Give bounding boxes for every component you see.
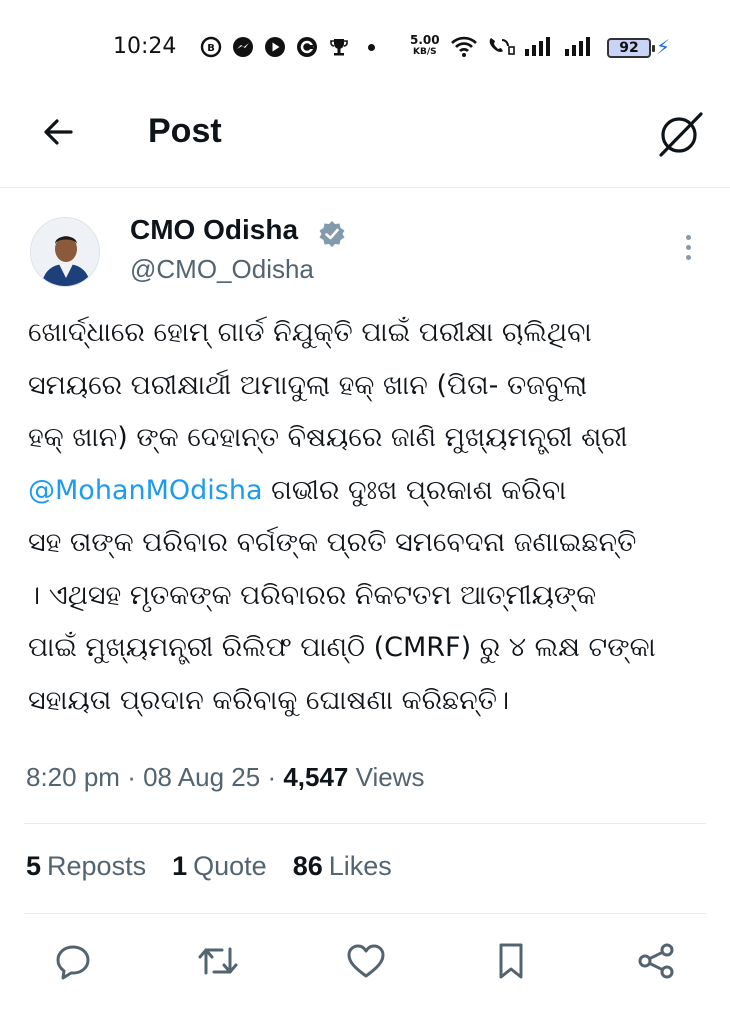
app-c-icon <box>297 37 317 57</box>
more-dot-icon <box>685 244 691 250</box>
post-text-line: ସମୟରେ ପରୀକ୍ଷାର୍ଥୀ ଅମାଦୁଲା ହକ୍ ଖାନ (ପିତା-… <box>28 369 588 401</box>
wifi-icon <box>451 36 477 57</box>
grok-button[interactable] <box>652 106 708 162</box>
avatar[interactable] <box>30 217 100 287</box>
verified-badge-icon <box>319 221 345 247</box>
reply-icon <box>56 945 90 980</box>
post-meta: 8:20 pm · 08 Aug 25 · 4,547 Views <box>26 762 425 793</box>
divider <box>24 913 706 914</box>
post-text-line: । ଏଥିସହ ମୃତକଙ୍କ ପରିବାରର ନିକଟତମ ଆତ୍ମୀୟଙ୍କ <box>28 579 597 611</box>
repost-icon <box>198 947 238 975</box>
likes-stat[interactable]: 86 Likes <box>293 851 392 882</box>
signal-sim1-icon <box>525 37 550 56</box>
status-time: 10:24 <box>113 34 177 59</box>
engagement-stats: 5 Reposts 1 Quote 86 Likes <box>26 851 392 882</box>
post-text-line: ସହ ତାଙ୍କ ପରିବାର ବର୍ଗଙ୍କ ପ୍ରତି ସମବେଦନା ଜଣ… <box>28 527 637 558</box>
notification-icons: B <box>200 36 383 58</box>
arrow-left-icon <box>44 119 73 145</box>
like-icon <box>347 944 385 978</box>
reposts-label: Reposts <box>47 851 147 881</box>
more-options-button[interactable] <box>676 229 700 265</box>
post-text-line: ସହାୟତା ପ୍ରଦାନ କରିବାକୁ ଘୋଷଣା କରିଛନ୍ତି। <box>28 684 510 716</box>
meta-separator: · <box>267 762 284 792</box>
post-text-line: ଖୋର୍ଦ୍ଧାରେ ହୋମ୍ ଗାର୍ଡ ନିଯୁକ୍ତି ପାଇଁ ପରୀକ… <box>28 317 592 348</box>
trophy-icon <box>330 39 348 56</box>
post-text-line-mention: @MohanMOdisha ଗଭୀର ଦୁଃଖ ପ୍ରକାଶ କରିବା <box>28 465 708 518</box>
post-text-line: ହକ୍ ଖାନ) ଙ୍କ ଦେହାନ୍ତ ବିଷୟରେ ଜାଣି ମୁଖ୍ୟମନ… <box>28 422 628 453</box>
share-icon <box>638 943 674 979</box>
quotes-label: Quote <box>193 851 267 881</box>
post-date: 08 Aug 25 <box>143 762 261 792</box>
charging-bolt-icon: ⚡ <box>656 35 671 59</box>
grok-icon <box>659 112 703 157</box>
messenger-icon <box>233 37 253 57</box>
system-icons <box>450 34 596 58</box>
back-button[interactable] <box>36 110 80 154</box>
reposts-stat[interactable]: 5 Reposts <box>26 851 146 882</box>
reply-button[interactable] <box>51 939 95 983</box>
author-name[interactable]: CMO Odisha <box>130 214 298 246</box>
views-label: Views <box>355 762 425 792</box>
network-speed: 5.00 KB/S <box>410 34 440 58</box>
meta-separator: · <box>127 762 144 792</box>
quotes-count: 1 <box>172 851 188 881</box>
wifi-calling-icon <box>489 38 515 55</box>
battery-indicator: 92 <box>607 38 655 58</box>
signal-sim2-icon <box>565 37 590 56</box>
likes-label: Likes <box>328 851 392 881</box>
network-speed-value: 5.00 <box>410 33 440 47</box>
quotes-stat[interactable]: 1 Quote <box>172 851 267 882</box>
repost-button[interactable] <box>196 939 240 983</box>
youtube-icon <box>265 37 285 57</box>
app-header: Post <box>0 96 730 188</box>
network-speed-unit: KB/S <box>413 47 437 57</box>
more-dot-icon <box>685 254 691 260</box>
post-text-fragment: ଗଭୀର ଦୁଃଖ ପ୍ରକାଶ କରିବା <box>262 474 567 506</box>
reposts-count: 5 <box>26 851 42 881</box>
post-time: 8:20 pm <box>26 762 120 792</box>
more-dot-icon <box>685 234 691 240</box>
post-text: ଖୋର୍ଦ୍ଧାରେ ହୋମ୍ ଗାର୍ଡ ନିଯୁକ୍ତି ପାଇଁ ପରୀକ… <box>28 307 708 727</box>
divider <box>24 823 706 824</box>
likes-count: 86 <box>292 851 323 881</box>
page-title: Post <box>148 112 222 150</box>
status-bar: 10:24 B 5.00 KB/S 92 ⚡ <box>0 0 730 96</box>
mention-link[interactable]: @MohanMOdisha <box>28 475 263 506</box>
action-bar <box>0 929 730 999</box>
profile-photo-icon <box>31 218 99 286</box>
author-handle[interactable]: @CMO_Odisha <box>130 254 314 285</box>
like-button[interactable] <box>344 939 388 983</box>
svg-text:B: B <box>207 43 215 54</box>
share-button[interactable] <box>634 939 678 983</box>
views-count: 4,547 <box>283 762 349 792</box>
whatsapp-business-icon: B <box>200 36 222 58</box>
more-notifications-dot <box>368 43 375 51</box>
post-text-line: ପାଇଁ ମୁଖ୍ୟମନ୍ତ୍ରୀ ରିଲିଫ ପାଣ୍ଠି (CMRF) ରୁ… <box>28 632 656 663</box>
bookmark-button[interactable] <box>489 939 533 983</box>
bookmark-icon <box>499 943 523 979</box>
